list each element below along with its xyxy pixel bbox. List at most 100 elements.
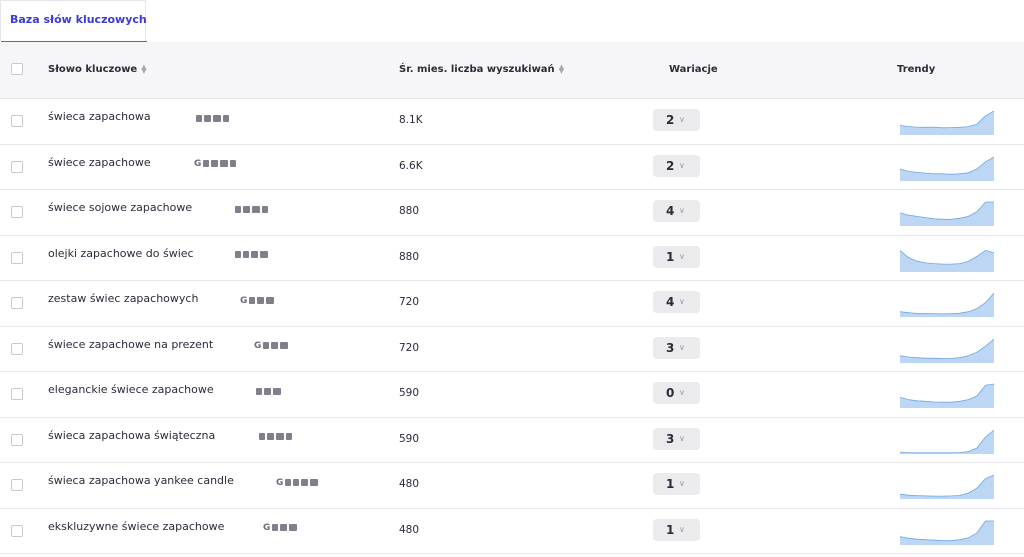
image-icon xyxy=(203,160,210,167)
row-checkbox[interactable] xyxy=(11,160,23,173)
variations-count: 1 xyxy=(666,522,675,537)
column-header-trends: Trendy xyxy=(897,64,936,75)
shopping-bag-icon xyxy=(211,160,219,167)
image-icon xyxy=(272,524,279,531)
trend-sparkline xyxy=(899,474,995,499)
chevron-down-icon: ∨ xyxy=(679,524,685,534)
google-icon: G xyxy=(263,523,271,533)
search-volume: 880 xyxy=(399,205,420,217)
select-all-checkbox[interactable] xyxy=(11,63,23,75)
chevron-down-icon: ∨ xyxy=(679,433,685,443)
variations-dropdown[interactable]: 1 ∨ xyxy=(653,245,700,268)
row-checkbox[interactable] xyxy=(11,251,23,264)
shopping-bag-icon xyxy=(243,205,250,213)
filter-icon xyxy=(276,433,284,440)
trend-area xyxy=(900,202,994,226)
trend-area xyxy=(900,384,994,408)
keyword-text[interactable]: świeca zapachowa xyxy=(48,110,151,123)
keyword-text[interactable]: świeca zapachowa yankee candle xyxy=(48,474,234,487)
google-icon: G xyxy=(276,477,284,488)
row-checkbox[interactable] xyxy=(11,342,23,355)
variations-dropdown[interactable]: 2 ∨ xyxy=(653,154,700,177)
serp-feature-icons xyxy=(235,251,268,259)
trend-area xyxy=(900,520,994,545)
keyword-text[interactable]: świeca zapachowa świąteczna xyxy=(48,429,215,442)
serp-feature-icons xyxy=(196,114,229,122)
variations-dropdown[interactable]: 0 ∨ xyxy=(653,382,700,404)
column-header-keyword[interactable]: Słowo kluczowe ▲ ▼ xyxy=(48,64,147,76)
trend-area xyxy=(900,156,994,181)
serp-feature-icons: G xyxy=(263,523,298,533)
variations-count: 1 xyxy=(666,249,675,264)
row-checkbox[interactable] xyxy=(11,524,23,537)
row-checkbox[interactable] xyxy=(11,297,23,309)
shopping-bag-icon xyxy=(271,342,279,349)
table-row: eleganckie świece zapachowe 590 0 ∨ xyxy=(0,372,1024,418)
search-volume: 720 xyxy=(399,296,420,308)
column-header-volume[interactable]: Śr. mies. liczba wyszukiwań ▲ ▼ xyxy=(399,64,564,76)
tab-keyword-database[interactable]: Baza słów kluczowych xyxy=(0,0,147,43)
map-icon xyxy=(293,478,300,486)
trend-sparkline xyxy=(899,383,995,408)
image-icon xyxy=(263,342,270,349)
trend-sparkline xyxy=(899,156,995,181)
row-checkbox[interactable] xyxy=(11,115,23,127)
keyword-text[interactable]: ekskluzywne świece zapachowe xyxy=(48,520,224,533)
serp-feature-icons: G xyxy=(276,477,319,488)
serp-feature-icons: G xyxy=(194,160,237,169)
row-checkbox[interactable] xyxy=(11,433,23,446)
search-volume: 6.6K xyxy=(399,159,423,172)
keyword-text[interactable]: olejki zapachowe do świec xyxy=(48,247,194,260)
sort-icon[interactable]: ▲ ▼ xyxy=(141,64,146,75)
table-row: świece sojowe zapachowe 880 4 ∨ xyxy=(0,190,1024,236)
search-volume: 720 xyxy=(399,341,420,354)
sort-icon[interactable]: ▲ ▼ xyxy=(559,64,564,75)
variations-dropdown[interactable]: 1 ∨ xyxy=(653,473,700,495)
column-header-volume-label: Śr. mies. liczba wyszukiwań xyxy=(399,64,555,75)
variations-count: 0 xyxy=(666,386,675,400)
search-volume: 480 xyxy=(399,478,420,490)
keyword-text[interactable]: eleganckie świece zapachowe xyxy=(48,383,214,396)
variations-dropdown[interactable]: 3 ∨ xyxy=(653,336,700,359)
search-volume: 8.1K xyxy=(399,114,423,126)
trend-sparkline xyxy=(899,110,995,135)
image-icon xyxy=(235,251,241,258)
google-icon: G xyxy=(254,341,262,351)
row-checkbox[interactable] xyxy=(11,206,23,218)
chevron-down-icon: ∨ xyxy=(679,160,685,170)
google-icon: G xyxy=(240,295,248,306)
variations-dropdown[interactable]: 4 ∨ xyxy=(653,291,700,313)
table-row: świeca zapachowa 8.1K 2 ∨ xyxy=(0,99,1024,145)
trend-area xyxy=(900,429,994,454)
row-checkbox[interactable] xyxy=(11,479,23,491)
variations-dropdown[interactable]: 1 ∨ xyxy=(653,518,700,541)
filter-icon xyxy=(289,524,298,531)
variations-count: 1 xyxy=(666,477,675,491)
keyword-text[interactable]: świece zapachowe xyxy=(48,156,151,169)
chat-icon xyxy=(243,251,249,258)
shopping-bag-icon xyxy=(301,478,309,486)
filter-icon xyxy=(280,342,289,349)
table-row: świeca zapachowa yankee candle G 480 1 ∨ xyxy=(0,463,1024,509)
image-icon xyxy=(259,433,265,440)
keyword-text[interactable]: świece sojowe zapachowe xyxy=(48,201,192,214)
search-volume: 590 xyxy=(399,432,420,445)
trend-area xyxy=(900,249,994,272)
trend-sparkline xyxy=(899,429,995,454)
image-icon xyxy=(256,387,262,395)
table-row: ekskluzywne świece zapachowe G 480 1 ∨ xyxy=(0,509,1024,554)
variations-dropdown[interactable]: 2 ∨ xyxy=(653,109,700,131)
search-volume: 480 xyxy=(399,523,420,536)
variations-dropdown[interactable]: 4 ∨ xyxy=(653,200,700,222)
search-volume: 880 xyxy=(399,250,420,263)
keyword-table: Słowo kluczowe ▲ ▼ Śr. mies. liczba wyszuk… xyxy=(0,42,1024,554)
video-icon xyxy=(286,433,292,440)
shopping-bag-icon xyxy=(257,296,265,304)
variations-count: 3 xyxy=(666,431,675,446)
keyword-text[interactable]: świece zapachowe na prezent xyxy=(48,338,213,351)
tab-label: Baza słów kluczowych xyxy=(10,13,147,26)
chevron-down-icon: ∨ xyxy=(679,297,685,306)
variations-dropdown[interactable]: 3 ∨ xyxy=(653,427,700,450)
keyword-text[interactable]: zestaw świec zapachowych xyxy=(48,292,198,305)
row-checkbox[interactable] xyxy=(11,388,23,400)
